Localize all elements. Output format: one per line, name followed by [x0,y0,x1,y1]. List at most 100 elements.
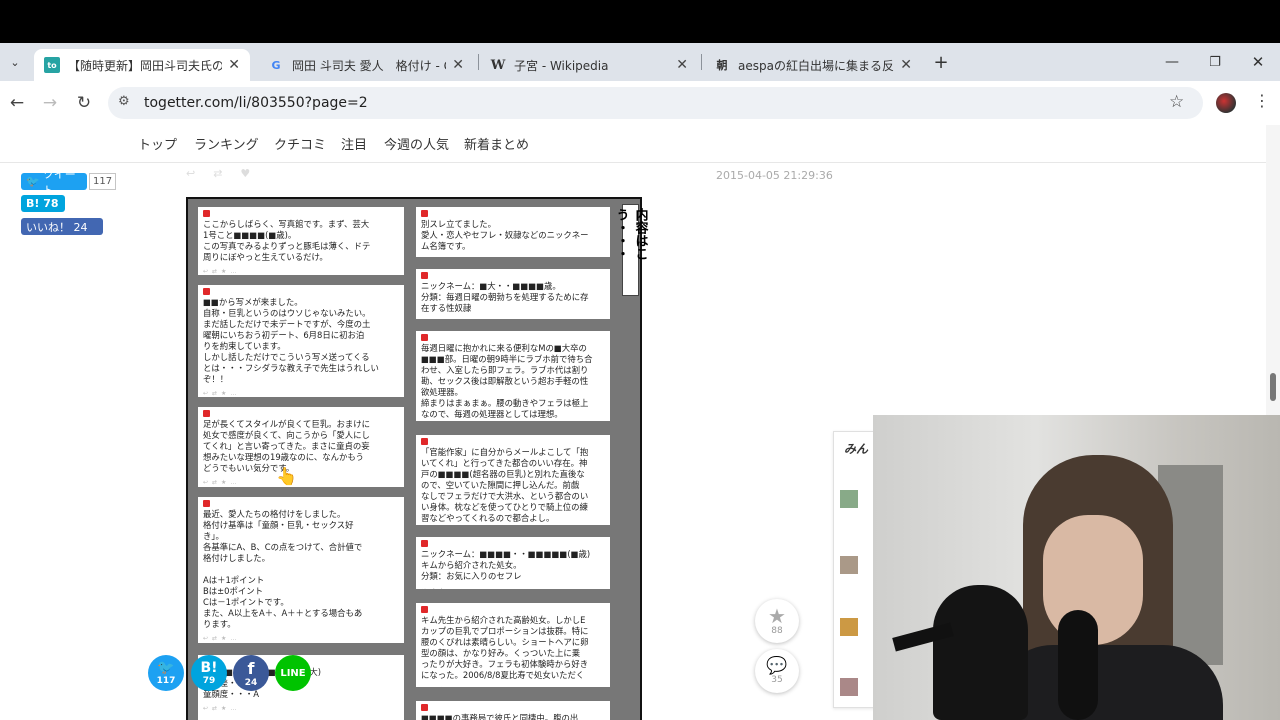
tweet-card-line: 童顔度・・・A [203,689,259,699]
tweet-card-line: とは・・・フシダラな教え子で先生はうれしい [203,363,379,373]
tweet-card-line: どうでもいい気分です。 [203,463,295,473]
tweet-card-line: 足が長くてスタイルが良くて巨乳。おまけに [203,419,370,429]
comment-button[interactable]: 💬 35 [755,649,799,693]
tweet-card: 「官能作家」に自分からメールよこして「抱 いてくれ」と行ってきた都合のいい存在。神… [416,435,610,525]
tab-search-button[interactable]: ⌄ [4,51,26,73]
speech-bubble-icon: 💬 [766,656,788,676]
browser-menu-icon[interactable]: ⋮ [1254,91,1270,110]
tweet-timestamp[interactable]: 2015-04-05 21:29:36 [716,169,833,182]
tab-strip: ⌄ to 【随時更新】岡田斗司夫氏の暴露 ✕ G 岡田 斗司夫 愛人 格付け -… [0,43,1280,81]
close-window-button[interactable]: ✕ [1246,51,1270,73]
nav-kuchikomi[interactable]: クチコミ [274,134,326,153]
tweet-card-line: ったりが大好き。フェラも初体験時から好き [421,659,589,669]
tweet-card-actions: ↩⇄★… [421,585,605,589]
nav-new-matome[interactable]: 新着まとめ [464,134,529,153]
omnibox[interactable]: ⚙ togetter.com/li/803550?page=2 ☆ [108,87,1203,119]
tab-title: 岡田 斗司夫 愛人 格付け - Goo [292,58,446,73]
recommend-thumb[interactable] [840,678,858,696]
nav-weekly-popular[interactable]: 今週の人気 [384,134,449,153]
new-tab-button[interactable]: + [930,51,952,73]
url-text[interactable]: togetter.com/li/803550?page=2 [144,95,368,111]
tab-google[interactable]: G 岡田 斗司夫 愛人 格付け - Goo ✕ [258,49,474,81]
nav-ranking[interactable]: ランキング [194,134,259,153]
avatar-icon [203,210,210,217]
recommend-thumb[interactable] [840,490,858,508]
hatena-bookmark-button[interactable]: B! 78 [21,195,65,212]
tweet-card-line: なので、毎週の処理器としては理想。 [421,409,563,419]
scrollbar-thumb[interactable] [1270,373,1276,401]
tweet-card-line: 習などやってくれるので都合よし。 [421,513,555,523]
tweet-card-header [203,210,399,217]
avatar-icon [421,438,428,445]
minimize-window-button[interactable]: — [1160,51,1184,73]
tab-togetter[interactable]: to 【随時更新】岡田斗司夫氏の暴露 ✕ [34,49,250,81]
avatar-icon [421,334,428,341]
tweet-button[interactable]: 🐦 ツイート [21,168,87,197]
twitter-share-circle[interactable]: 🐦 117 [148,655,184,691]
tweet-card-actions: ↩⇄★… [203,390,241,397]
tweet-card-line: 分類：毎週日曜の朝勃ちを処理するために存 [421,292,589,302]
tweet-card-line: ニックネーム：■■■■・・■■■■■(■歳) [421,549,591,559]
tweet-card-header [203,500,399,507]
restore-window-button[interactable]: ❐ [1203,51,1227,73]
tweet-card-line: わせ、入室したら即フェラ。ラブホ代は割り [421,365,589,375]
google-favicon-icon: G [271,58,281,72]
microphone [933,585,1028,720]
reload-button[interactable]: ↻ [72,91,96,115]
webcam-overlay [873,415,1280,720]
tweet-card-line: 曜朝にいちおう初デート、6月8日に初お泊 [203,330,365,340]
facebook-share-circle[interactable]: f 24 [233,655,269,691]
pop-filter [1058,610,1098,720]
tab-asahi[interactable]: 朝 aespaの紅白出場に集まる反対署 ✕ [704,49,922,81]
close-tab-icon[interactable]: ✕ [452,57,464,73]
tweet-card-actions: ↩⇄★… [203,635,241,642]
close-tab-icon[interactable]: ✕ [900,57,912,73]
tweet-actions[interactable]: ↩⇄♥ [186,167,268,180]
tweet-card-line: 「官能作家」に自分からメールよこして「抱 [421,447,589,457]
tweet-card-actions: ↩⇄★… [421,255,605,257]
favorite-star-button[interactable]: ★ 88 [755,599,799,643]
avatar-icon [203,410,210,417]
tweet-card-line: りを約束しています。 [203,341,286,351]
tweet-attached-image[interactable]: 内容はこう・・・ ここからしばらく、写真館です。まず、芸大 1号こと■■■■(■歳… [186,197,648,720]
tweet-card-line: 各基準にA、B、Cの点をつけて、合計値で [203,542,363,552]
nav-chumoku[interactable]: 注目 [341,134,367,153]
tweet-card-line: ので、空いていた隙間に押し込んだ。前戯 [421,480,580,490]
tweet-card-actions: ↩⇄★… [421,317,605,319]
tweet-card-line: いてくれ」と行ってきた都合のいい存在。神 [421,458,588,468]
line-icon: LINE [280,667,306,679]
close-tab-icon[interactable]: ✕ [676,57,688,73]
tweet-card: 別スレ立てました。愛人・恋人やセフレ・奴隷などのニックネーム名簿です。 ↩⇄★… [416,207,610,257]
close-tab-icon[interactable]: ✕ [228,57,240,73]
tweet-card-header [421,438,605,445]
nav-top[interactable]: トップ [138,134,177,153]
bookmark-star-icon[interactable]: ☆ [1169,92,1184,112]
profile-avatar[interactable] [1216,93,1236,113]
address-bar: ← → ↻ ⚙ togetter.com/li/803550?page=2 ☆ … [0,81,1280,126]
recommend-thumb[interactable] [840,556,858,574]
tweet-card-line: ■■から写メが来ました。 [203,297,303,307]
tweet-card-line: 自称・巨乳というのはウソじゃないみたい。 [203,308,371,318]
tweet-card: 足が長くてスタイルが良くて巨乳。おまけに 処女で感度が良くて、向こうから「愛人にし… [198,407,404,487]
tweet-card-line: 毎週日曜に抱かれに来る便利なMの■大卒の [421,343,587,353]
tweet-card-line: しかし話しただけでこういう写メ送ってくる [203,352,370,362]
tweet-card-line: 周りにぼやっと生えているだけ。 [203,252,328,262]
recommend-thumb[interactable] [840,618,858,636]
facebook-like-button[interactable]: いいね！ 24 [21,218,103,235]
tab-wikipedia[interactable]: W 子宮 - Wikipedia ✕ [480,49,698,81]
hatena-share-circle[interactable]: B! 79 [191,655,227,691]
tab-title: 子宮 - Wikipedia [514,58,609,73]
hatena-b-icon: B! [200,660,218,676]
tweet-count: 117 [89,173,117,190]
tweet-card-line: 勘、セックス後は即解散という超お手軽の性 [421,376,589,386]
tweet-card-line [203,564,399,575]
asahi-favicon-icon: 朝 [716,59,728,72]
back-button[interactable]: ← [5,91,29,115]
line-share-circle[interactable]: LINE [275,655,311,691]
tweet-card-actions: ↩⇄★… [203,705,241,712]
page-content: トップ ランキング クチコミ 注目 今週の人気 新着まとめ 🐦 ツイート 117 … [0,125,1280,720]
site-info-icon[interactable]: ⚙ [118,94,130,109]
forward-button[interactable]: → [38,91,62,115]
tweet-card-header [421,704,605,711]
avatar-icon [421,606,428,613]
